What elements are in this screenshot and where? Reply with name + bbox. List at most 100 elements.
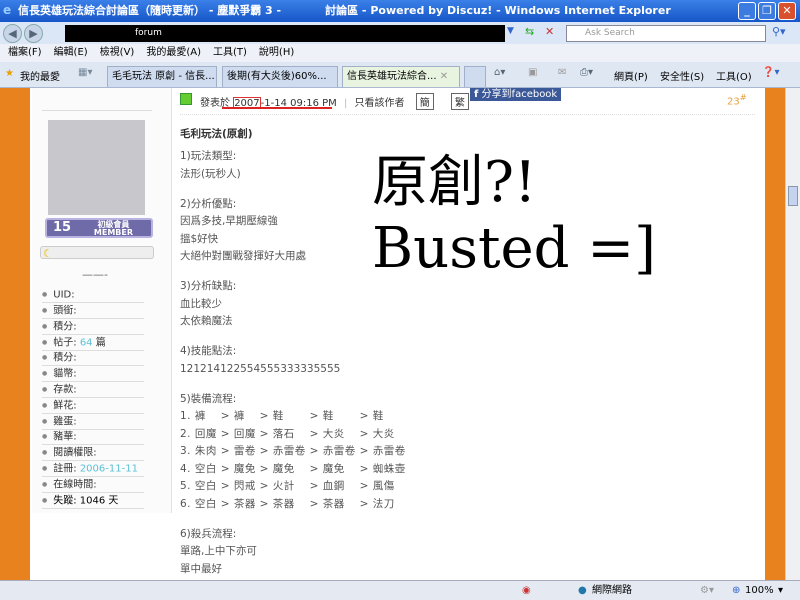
maximize-button[interactable]: ❐ [758, 2, 776, 20]
stat-uid: UID: [42, 287, 144, 303]
zone-label: 網際網路 [592, 585, 632, 596]
traditional-button[interactable]: 繁 [450, 93, 469, 110]
post-line: 太依賴魔法 [180, 315, 233, 327]
post-line: 5. 空白 > 閃戒 > 火計 > 血鋼 > 風傷 [180, 480, 395, 492]
menu-view[interactable]: 檢視(V) [100, 47, 135, 58]
post-line: 血比較少 [180, 297, 222, 310]
zoom-level[interactable]: 100% [745, 581, 774, 600]
only-author-link[interactable]: 只看該作者 [355, 98, 405, 109]
title-bar: e 信長英雄玩法綜合討論區（隨時更新） - 塵默爭霸 3 - 討論區 - Pow… [0, 0, 800, 22]
tab-1[interactable]: 毛毛玩法 原創 - 信長... [107, 66, 217, 87]
close-button[interactable]: ✕ [778, 2, 796, 20]
red-underline-annotation [222, 107, 332, 109]
post-line: 單中最好 [180, 562, 222, 575]
post-line: 3. 朱肉 > 雷卷 > 赤雷卷 > 赤雷卷 > 赤雷卷 [180, 445, 406, 457]
post-body: 發表於 2007-1-14 09:16 PM | 只看該作者 簡 繁 f 分享到… [180, 88, 760, 578]
zoom-dropdown-icon[interactable]: ▾ [778, 581, 783, 600]
stat-points: 積分: [42, 319, 144, 335]
dropdown-icon[interactable]: ▼ [507, 26, 514, 36]
quick-tabs-icon[interactable]: ▦▾ [78, 67, 92, 78]
new-tab-button[interactable] [464, 66, 486, 87]
address-bar-row: ◀ ▶ forum ▼ ⇆ ✕ Ask Search ⚲▾ [0, 22, 800, 44]
mail-icon[interactable]: ✉ [558, 67, 566, 78]
post-line: 搵$好快 [180, 232, 219, 245]
menu-favorites[interactable]: 我的最愛(A) [146, 47, 201, 58]
print-icon[interactable]: ⎙▾ [580, 67, 593, 78]
stat-savings: 存款: [42, 382, 144, 398]
stat-title: 頭銜: [42, 303, 144, 319]
ie-icon: e [3, 3, 12, 17]
post-line: 6)殺兵流程: [180, 527, 237, 540]
facebook-icon: f [474, 89, 479, 100]
stat-extra: 豬華: [42, 429, 144, 445]
stat-posts: 帖子: 64 篇 [42, 335, 144, 351]
post-line: 法形(玩秒人) [180, 167, 241, 180]
stat-registered: 註冊: 2006-11-11 [42, 461, 144, 477]
user-sidebar: 15初級會員MEMBER ☾ ——- UID: 頭銜: 積分: 帖子: 64 篇… [32, 88, 172, 513]
stat-read-permission: 閱讀權限: [42, 445, 144, 461]
menu-help[interactable]: 說明(H) [259, 47, 294, 58]
star-icon: ★ [5, 68, 14, 79]
register-date: 2006-11-11 [79, 463, 138, 475]
forward-button[interactable]: ▶ [24, 24, 43, 43]
stat-coins: 貓幣: [42, 366, 144, 382]
post-title: 毛利玩法(原創) [180, 128, 253, 140]
favorites-button[interactable]: 我的最愛 [20, 68, 60, 83]
overlay-annotation: 原創?! Busted =] [372, 150, 656, 282]
menu-bar: 檔案(F) 編輯(E) 檢視(V) 我的最愛(A) 工具(T) 說明(H) [0, 44, 800, 62]
stat-flowers: 鮮花: [42, 398, 144, 414]
zoom-icon[interactable]: ⊕ [732, 581, 740, 600]
minimize-button[interactable]: _ [738, 2, 756, 20]
home-icon[interactable]: ⌂▾ [494, 67, 505, 78]
left-border [0, 88, 30, 580]
user-name: ——- [82, 268, 108, 281]
post-line: 4. 空白 > 魔免 > 魔免 > 魔免 > 蜘蛛壺 [180, 462, 406, 475]
safety-menu[interactable]: 安全性(S) [660, 68, 704, 83]
post-line: 6. 空白 > 茶器 > 茶器 > 茶器 > 法刀 [180, 497, 395, 510]
user-online-icon [180, 93, 192, 105]
help-icon[interactable]: ❓▾ [762, 67, 779, 78]
protected-mode-icon[interactable]: ⚙▾ [700, 581, 714, 600]
privacy-icon[interactable]: ◉ [522, 581, 531, 600]
avatar[interactable] [48, 120, 145, 215]
page-menu[interactable]: 網頁(P) [614, 68, 648, 83]
post-line: 2. 回魔 > 回魔 > 落石 > 大炎 > 大炎 [180, 427, 395, 440]
stat-missing: 失蹤: 1046 天 [42, 493, 144, 509]
tools-menu[interactable]: 工具(O) [716, 68, 752, 83]
close-tab-icon[interactable]: ✕ [440, 71, 448, 82]
rank-level: 15 [53, 220, 72, 235]
rank-badge: 15 初級會員 MEMBER [45, 218, 153, 238]
post-line: 因爲多技,早期壓線強 [180, 215, 278, 227]
feeds-icon[interactable]: ▣ [528, 67, 537, 78]
post-line: 大絕仲對團戰發揮好大用處 [180, 250, 306, 262]
stat-eggs: 雞蛋: [42, 414, 144, 430]
facebook-label: 分享到facebook [481, 89, 558, 100]
back-button[interactable]: ◀ [3, 24, 22, 43]
menu-tools[interactable]: 工具(T) [213, 47, 247, 58]
level-bar: ☾ [40, 246, 154, 259]
tab-bar: ★ 我的最愛 ▦▾ 毛毛玩法 原創 - 信長... 後期(有大炎後)60%...… [0, 62, 800, 88]
tab-3-label: 信長英雄玩法綜合... [347, 71, 437, 82]
simplified-button[interactable]: 簡 [415, 93, 434, 110]
page-content: 15初級會員MEMBER ☾ ——- UID: 頭銜: 積分: 帖子: 64 篇… [0, 88, 785, 580]
tab-2[interactable]: 後期(有大炎後)60%... [222, 66, 338, 87]
globe-icon: ● [578, 585, 587, 596]
menu-edit[interactable]: 編輯(E) [54, 47, 88, 58]
post-line: 1)玩法類型: [180, 150, 237, 162]
search-input[interactable]: Ask Search [566, 25, 766, 42]
post-line: 2)分析優點: [180, 197, 237, 210]
address-input[interactable]: forum [65, 25, 505, 42]
post-line: 4)技能點法: [180, 345, 237, 357]
facebook-share-button[interactable]: f 分享到facebook [470, 88, 562, 101]
search-icon[interactable]: ⚲▾ [772, 25, 786, 38]
menu-file[interactable]: 檔案(F) [8, 47, 42, 58]
tab-3[interactable]: 信長英雄玩法綜合... ✕ [342, 66, 460, 87]
stop-icon[interactable]: ✕ [545, 25, 554, 38]
overlay-line-1: 原創?! [372, 150, 537, 215]
floor-number: 23# [727, 92, 747, 108]
scrollbar-thumb[interactable] [788, 186, 798, 206]
vertical-scrollbar[interactable] [785, 88, 800, 580]
post-line: 121214122554555333335555 [180, 362, 341, 375]
refresh-icon[interactable]: ⇆ [525, 25, 534, 38]
post-count[interactable]: 64 [80, 338, 93, 349]
